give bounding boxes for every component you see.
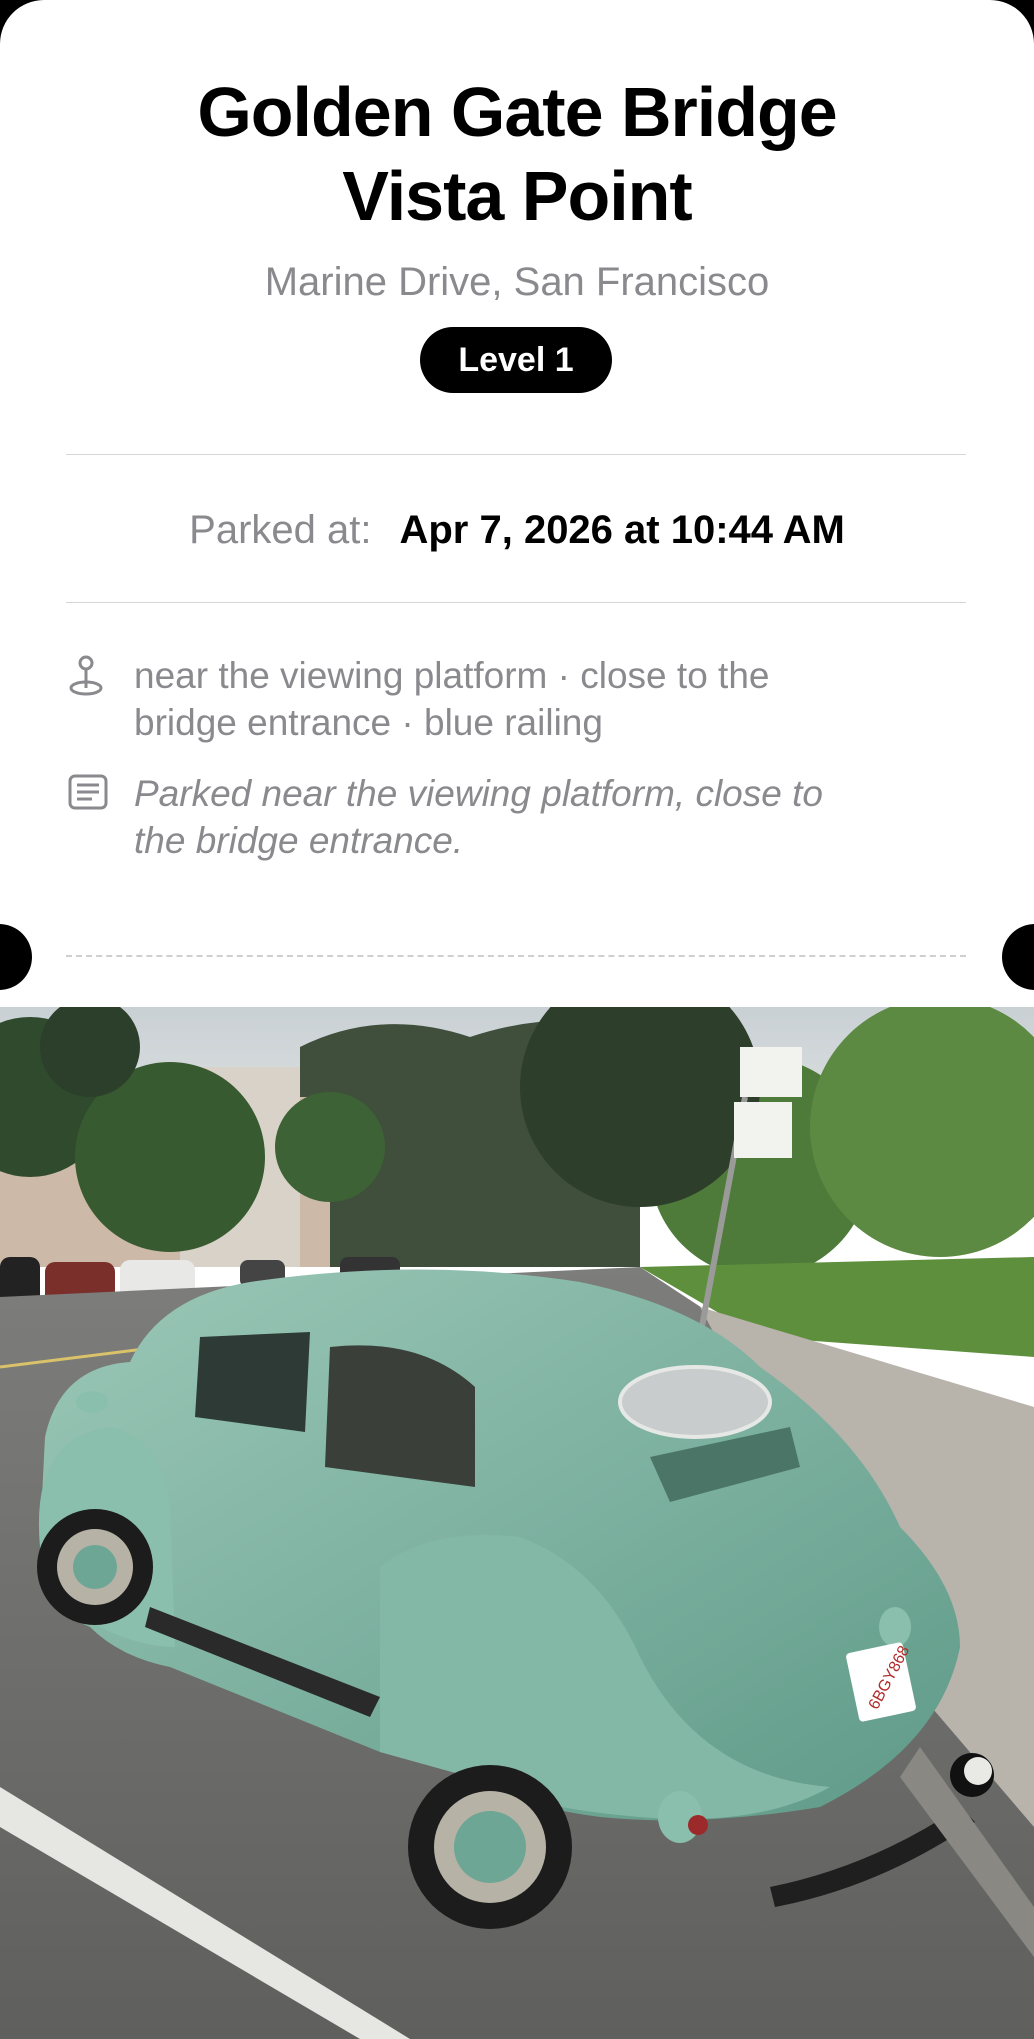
landmarks-text: near the viewing platform · close to the…: [134, 652, 770, 746]
map-pin-icon: [66, 652, 112, 698]
parked-car-photo[interactable]: 6BGY868: [0, 1007, 1034, 2039]
divider-top: [66, 454, 966, 455]
title-line-2: Vista Point: [342, 157, 692, 235]
landmarks-line-1: near the viewing platform · close to the: [134, 655, 770, 696]
parked-label: Parked at:: [189, 507, 372, 552]
location-address: Marine Drive, San Francisco: [264, 260, 770, 304]
perforation-line: [66, 955, 966, 957]
note-icon: [66, 770, 112, 816]
title-line-1: Golden Gate Bridge: [197, 73, 837, 151]
note-line-1: Parked near the viewing platform, close …: [134, 773, 823, 814]
note-text: Parked near the viewing platform, close …: [134, 770, 823, 864]
location-title: Golden Gate Bridge Vista Point: [0, 70, 1034, 238]
divider-middle: [66, 602, 966, 603]
ticket-notch-left: [0, 924, 32, 990]
ticket-notch-right: [1002, 924, 1034, 990]
level-badge: Level 1: [420, 327, 612, 393]
landmarks-line-2: bridge entrance · blue railing: [134, 702, 603, 743]
note-row: Parked near the viewing platform, close …: [66, 770, 946, 864]
parked-time-row: Parked at: Apr 7, 2026 at 10:44 AM: [0, 500, 1034, 560]
photo-illustration: 6BGY868: [0, 1007, 1034, 2039]
parking-ticket-card: Golden Gate Bridge Vista Point Marine Dr…: [0, 0, 1034, 2039]
note-line-2: the bridge entrance.: [134, 820, 464, 861]
parked-timestamp: Apr 7, 2026 at 10:44 AM: [399, 507, 845, 552]
landmarks-row: near the viewing platform · close to the…: [66, 652, 946, 746]
